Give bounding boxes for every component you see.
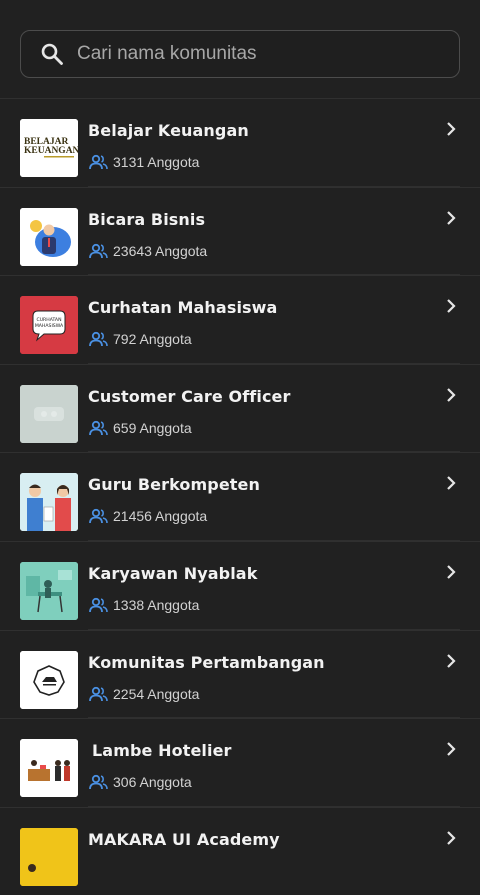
community-name: Customer Care Officer (88, 386, 291, 406)
users-icon (89, 597, 108, 613)
list-item[interactable]: Karyawan Nyablak 1338 Anggota (0, 540, 480, 630)
list-item[interactable]: Lambe Hotelier 306 Anggota (0, 718, 480, 807)
svg-text:MAHASISWA: MAHASISWA (35, 323, 64, 329)
list-item[interactable]: Bicara Bisnis 23643 Anggota (0, 186, 480, 276)
users-icon (89, 774, 108, 790)
community-name: Guru Berkompeten (88, 475, 260, 495)
chevron-right-icon (444, 741, 458, 757)
member-count: 1338 Anggota (89, 597, 199, 613)
list-item[interactable]: Guru Berkompeten 21456 Anggota (0, 452, 480, 541)
member-count: 3131 Anggota (89, 154, 199, 170)
member-count: 2254 Anggota (89, 686, 199, 702)
search-icon (39, 41, 65, 67)
community-thumbnail (20, 650, 78, 709)
community-thumbnail (20, 473, 78, 532)
users-icon (89, 508, 108, 524)
search-bar[interactable] (20, 30, 460, 78)
member-count: 306 Anggota (89, 774, 192, 790)
community-name: Komunitas Pertambangan (88, 652, 325, 672)
chevron-right-icon (444, 830, 458, 846)
community-name: Lambe Hotelier (92, 741, 232, 761)
chevron-right-icon (444, 210, 458, 226)
users-icon (89, 243, 108, 259)
chevron-right-icon (444, 653, 458, 669)
users-icon (89, 686, 108, 702)
community-list: BELAJAR KEUANGAN Belajar Keuangan 3131 A… (0, 98, 480, 895)
member-count: 792 Anggota (89, 331, 192, 347)
community-name: Bicara Bisnis (88, 209, 206, 229)
search-input[interactable] (77, 43, 459, 65)
community-name: MAKARA UI Academy (88, 829, 280, 849)
svg-text:KEUANGAN: KEUANGAN (24, 146, 78, 156)
chevron-right-icon (444, 121, 458, 137)
chevron-right-icon (444, 564, 458, 580)
chevron-right-icon (444, 475, 458, 491)
svg-text:CURHATAN: CURHATAN (36, 317, 61, 323)
chevron-right-icon (444, 387, 458, 403)
community-thumbnail (20, 827, 78, 886)
member-count: 21456 Anggota (89, 508, 207, 524)
member-count: 659 Anggota (89, 420, 192, 436)
community-thumbnail (20, 207, 78, 266)
community-name: Belajar Keuangan (88, 121, 249, 140)
community-thumbnail (20, 384, 78, 443)
list-item[interactable]: Komunitas Pertambangan 2254 Anggota (0, 629, 480, 719)
list-item[interactable]: BELAJAR KEUANGAN Belajar Keuangan 3131 A… (0, 98, 480, 187)
community-thumbnail: BELAJAR KEUANGAN (20, 119, 78, 177)
users-icon (89, 154, 108, 170)
member-count: 23643 Anggota (89, 243, 207, 259)
community-name: Curhatan Mahasiswa (88, 298, 278, 318)
list-item[interactable]: Customer Care Officer 659 Anggota (0, 363, 480, 453)
users-icon (89, 331, 108, 347)
list-item[interactable]: CURHATAN MAHASISWA Curhatan Mahasiswa 79… (0, 275, 480, 364)
chevron-right-icon (444, 298, 458, 314)
users-icon (89, 420, 108, 436)
list-item[interactable]: MAKARA UI Academy (0, 806, 480, 895)
community-name: Karyawan Nyablak (88, 563, 258, 583)
community-thumbnail: CURHATAN MAHASISWA (20, 296, 78, 355)
community-thumbnail (20, 739, 78, 798)
community-thumbnail (20, 561, 78, 620)
